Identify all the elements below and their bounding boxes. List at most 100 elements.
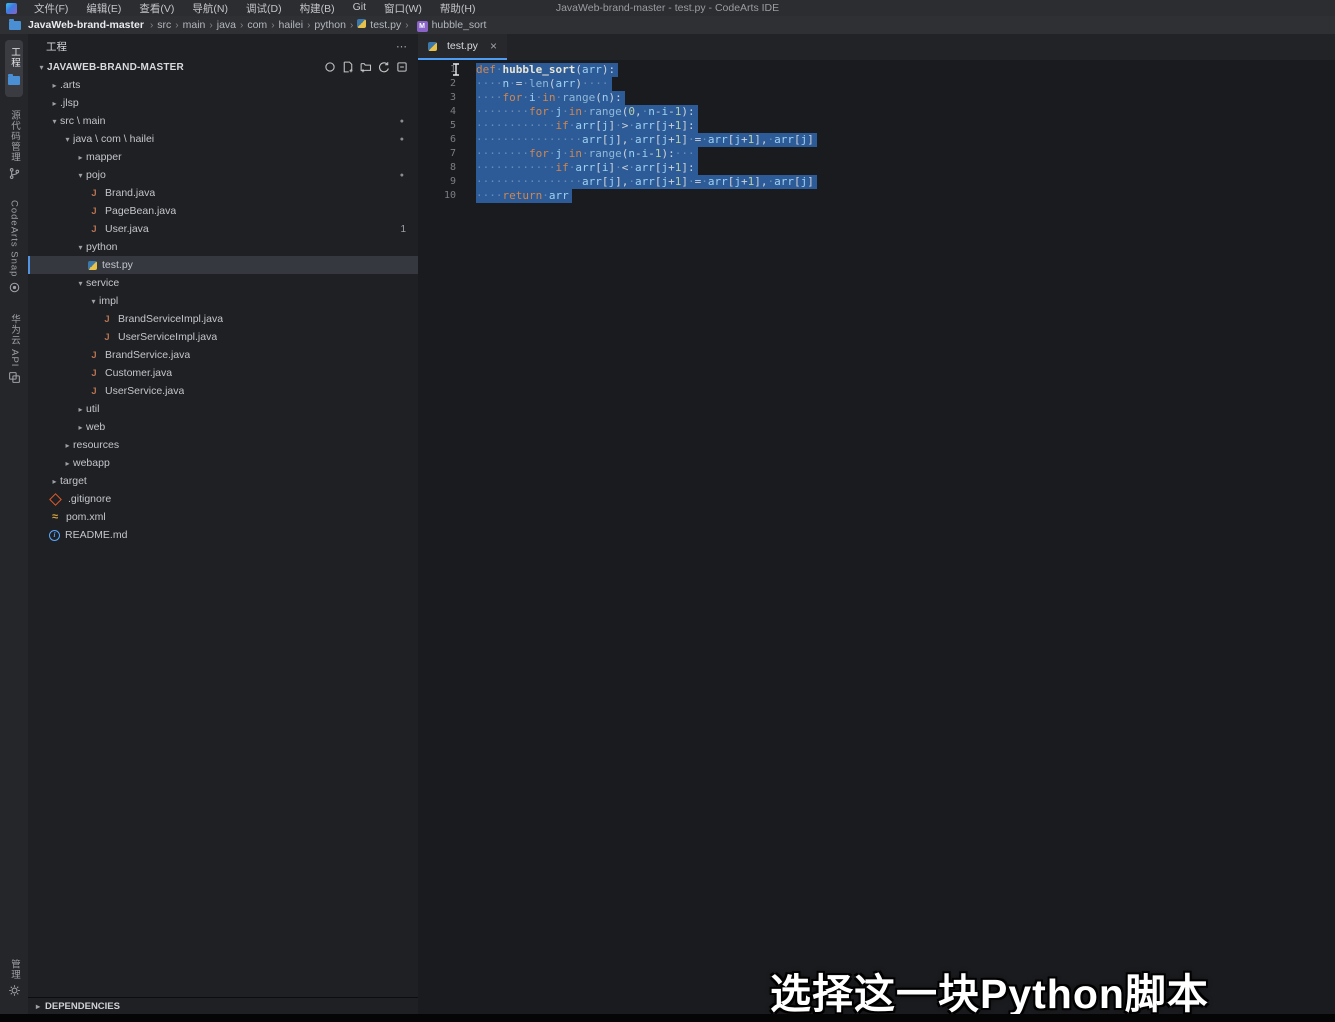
code-line[interactable]: 1 def·hubble_sort(arr): bbox=[418, 63, 1335, 77]
tree-item-arts[interactable]: ▸ .arts bbox=[28, 76, 418, 94]
tree-item-pagebean-java[interactable]: J PageBean.java bbox=[28, 202, 418, 220]
java-file-icon: J bbox=[91, 223, 97, 235]
code-token: - bbox=[634, 147, 642, 160]
activity-item-item[interactable]: 管理 bbox=[5, 952, 23, 1004]
activity-item-label: 源代码管理 bbox=[9, 110, 20, 163]
line-number[interactable]: 4 bbox=[418, 105, 476, 119]
code-editor[interactable]: 1 def·hubble_sort(arr): 2 ····n·=·len(arr)·… bbox=[418, 60, 1335, 203]
dependencies-section[interactable]: ▸ DEPENDENCIES bbox=[28, 997, 418, 1014]
tree-item-user-java[interactable]: J User.java 1 bbox=[28, 220, 418, 238]
tree-item-util[interactable]: ▸ util bbox=[28, 400, 418, 418]
tree-item-target[interactable]: ▸ target bbox=[28, 472, 418, 490]
breadcrumb-segment-main[interactable]: main bbox=[183, 19, 206, 31]
menu-item-e[interactable]: 编辑(E) bbox=[77, 0, 130, 17]
activity-item-item[interactable]: 源代码管理 bbox=[5, 103, 23, 187]
chevron-right-icon: › bbox=[175, 19, 179, 31]
tree-item-gitignore[interactable]: .gitignore bbox=[28, 490, 418, 508]
tree-item-brandservice-java[interactable]: J BrandService.java bbox=[28, 346, 418, 364]
menu-item-h[interactable]: 帮助(H) bbox=[431, 0, 485, 17]
code-line[interactable]: 10 ····return·arr bbox=[418, 189, 1335, 203]
line-number[interactable]: 2 bbox=[418, 77, 476, 91]
code-token: arr bbox=[634, 161, 655, 174]
tree-item-userserviceimpl-java[interactable]: J UserServiceImpl.java bbox=[28, 328, 418, 346]
line-number[interactable]: 5 bbox=[418, 119, 476, 133]
collapse-all-icon[interactable] bbox=[396, 61, 408, 73]
tree-toolbar bbox=[324, 61, 418, 73]
breadcrumb-project[interactable]: JavaWeb-brand-master bbox=[28, 19, 144, 31]
breadcrumb-segment-com[interactable]: com bbox=[247, 19, 267, 31]
tree-item-src-main[interactable]: ▾ src \ main ● bbox=[28, 112, 418, 130]
line-number[interactable]: 9 bbox=[418, 175, 476, 189]
tree-item-java-com-hailei[interactable]: ▾ java \ com \ hailei ● bbox=[28, 130, 418, 148]
line-number[interactable]: 7 bbox=[418, 147, 476, 161]
tree-item-customer-java[interactable]: J Customer.java bbox=[28, 364, 418, 382]
breadcrumb: JavaWeb-brand-master › src › main › java › com ›… bbox=[0, 16, 1335, 35]
new-folder-icon[interactable] bbox=[360, 61, 372, 73]
menu-item-d[interactable]: 调试(D) bbox=[237, 0, 291, 17]
tree-item-brandserviceimpl-java[interactable]: J BrandServiceImpl.java bbox=[28, 310, 418, 328]
activity-item-label: 工程 bbox=[9, 47, 20, 68]
menu-item-v[interactable]: 查看(V) bbox=[130, 0, 183, 17]
tree-item-pom-xml[interactable]: ≈ pom.xml bbox=[28, 508, 418, 526]
editor-area[interactable]: test.py × 1 def·hubble_sort(arr): 2 ····n·=… bbox=[418, 34, 1335, 1014]
activity-item-api[interactable]: 华为云 API bbox=[5, 307, 23, 391]
code-line[interactable]: 2 ····n·=·len(arr)···· bbox=[418, 77, 1335, 91]
tree-item-service[interactable]: ▾ service bbox=[28, 274, 418, 292]
code-line[interactable]: 5 ············if·arr[j]·>·arr[j+1]: bbox=[418, 119, 1335, 133]
activity-item-item[interactable]: 工程 bbox=[5, 40, 23, 97]
tree-item-label: python bbox=[86, 241, 118, 253]
menu-item-w[interactable]: 窗口(W) bbox=[375, 0, 431, 17]
tree-item-impl[interactable]: ▾ impl bbox=[28, 292, 418, 310]
breadcrumb-symbol[interactable]: hubble_sort bbox=[432, 19, 487, 31]
code-line[interactable]: 6 ················arr[j],·arr[j+1]·=·arr[… bbox=[418, 133, 1335, 147]
line-number[interactable]: 1 bbox=[418, 63, 476, 77]
new-file-icon[interactable] bbox=[342, 61, 354, 73]
code-token: · bbox=[542, 189, 549, 202]
more-actions-icon[interactable]: ⋯ bbox=[396, 40, 408, 53]
breadcrumb-segment-src[interactable]: src bbox=[157, 19, 171, 31]
activity-item-codearts-snap[interactable]: CodeArts Snap bbox=[6, 193, 23, 301]
code-token: · bbox=[562, 105, 569, 118]
code-token: ···· bbox=[476, 91, 503, 104]
code-token: ]: bbox=[681, 161, 695, 174]
code-token: for bbox=[528, 147, 549, 160]
line-number[interactable]: 3 bbox=[418, 91, 476, 105]
tree-item-resources[interactable]: ▸ resources bbox=[28, 436, 418, 454]
code-line[interactable]: 4 ········for·j·in·range(0,·n-i-1): bbox=[418, 105, 1335, 119]
tree-item-javaweb-brand-master[interactable]: ▾ JAVAWEB-BRAND-MASTER bbox=[28, 58, 418, 76]
tree-item-web[interactable]: ▸ web bbox=[28, 418, 418, 436]
tree-item-mapper[interactable]: ▸ mapper bbox=[28, 148, 418, 166]
line-number[interactable]: 8 bbox=[418, 161, 476, 175]
tree-item-label: .arts bbox=[60, 79, 81, 91]
menu-item-git[interactable]: Git bbox=[344, 0, 375, 17]
code-line[interactable]: 3 ····for·i·in·range(n): bbox=[418, 91, 1335, 105]
tree-item-python[interactable]: ▾ python bbox=[28, 238, 418, 256]
tree-item-label: UserService.java bbox=[105, 385, 185, 397]
refresh-icon[interactable] bbox=[378, 61, 390, 73]
code-token: · bbox=[535, 91, 543, 104]
tree-item-brand-java[interactable]: J Brand.java bbox=[28, 184, 418, 202]
code-line[interactable]: 9 ················arr[j],·arr[j+1]·=·arr[… bbox=[418, 175, 1335, 189]
menu-item-b[interactable]: 构建(B) bbox=[291, 0, 344, 17]
breadcrumb-file[interactable]: test.py bbox=[370, 19, 401, 31]
snap-icon bbox=[8, 281, 21, 294]
menu-item-n[interactable]: 导航(N) bbox=[183, 0, 237, 17]
menu-item-f[interactable]: 文件(F) bbox=[25, 0, 77, 17]
tree-item-jlsp[interactable]: ▸ .jlsp bbox=[28, 94, 418, 112]
line-number[interactable]: 6 bbox=[418, 133, 476, 147]
tree-item-webapp[interactable]: ▸ webapp bbox=[28, 454, 418, 472]
breadcrumb-segment-python[interactable]: python bbox=[314, 19, 346, 31]
code-line[interactable]: 8 ············if·arr[i]·<·arr[j+1]: bbox=[418, 161, 1335, 175]
tree-item-userservice-java[interactable]: J UserService.java bbox=[28, 382, 418, 400]
sync-icon[interactable] bbox=[324, 61, 336, 73]
line-number[interactable]: 10 bbox=[418, 189, 476, 203]
tree-item-pojo[interactable]: ▾ pojo ● bbox=[28, 166, 418, 184]
breadcrumb-segment-java[interactable]: java bbox=[217, 19, 236, 31]
close-icon[interactable]: × bbox=[490, 39, 497, 53]
code-line[interactable]: 7 ········for·j·in·range(n-i-1):··· bbox=[418, 147, 1335, 161]
tree-item-readme-md[interactable]: i README.md bbox=[28, 526, 418, 544]
selected-code: ····n·=·len(arr)···· bbox=[476, 77, 612, 91]
breadcrumb-segment-hailei[interactable]: hailei bbox=[279, 19, 304, 31]
tab-test-py[interactable]: test.py × bbox=[418, 34, 507, 60]
tree-item-test-py[interactable]: test.py bbox=[28, 256, 418, 274]
